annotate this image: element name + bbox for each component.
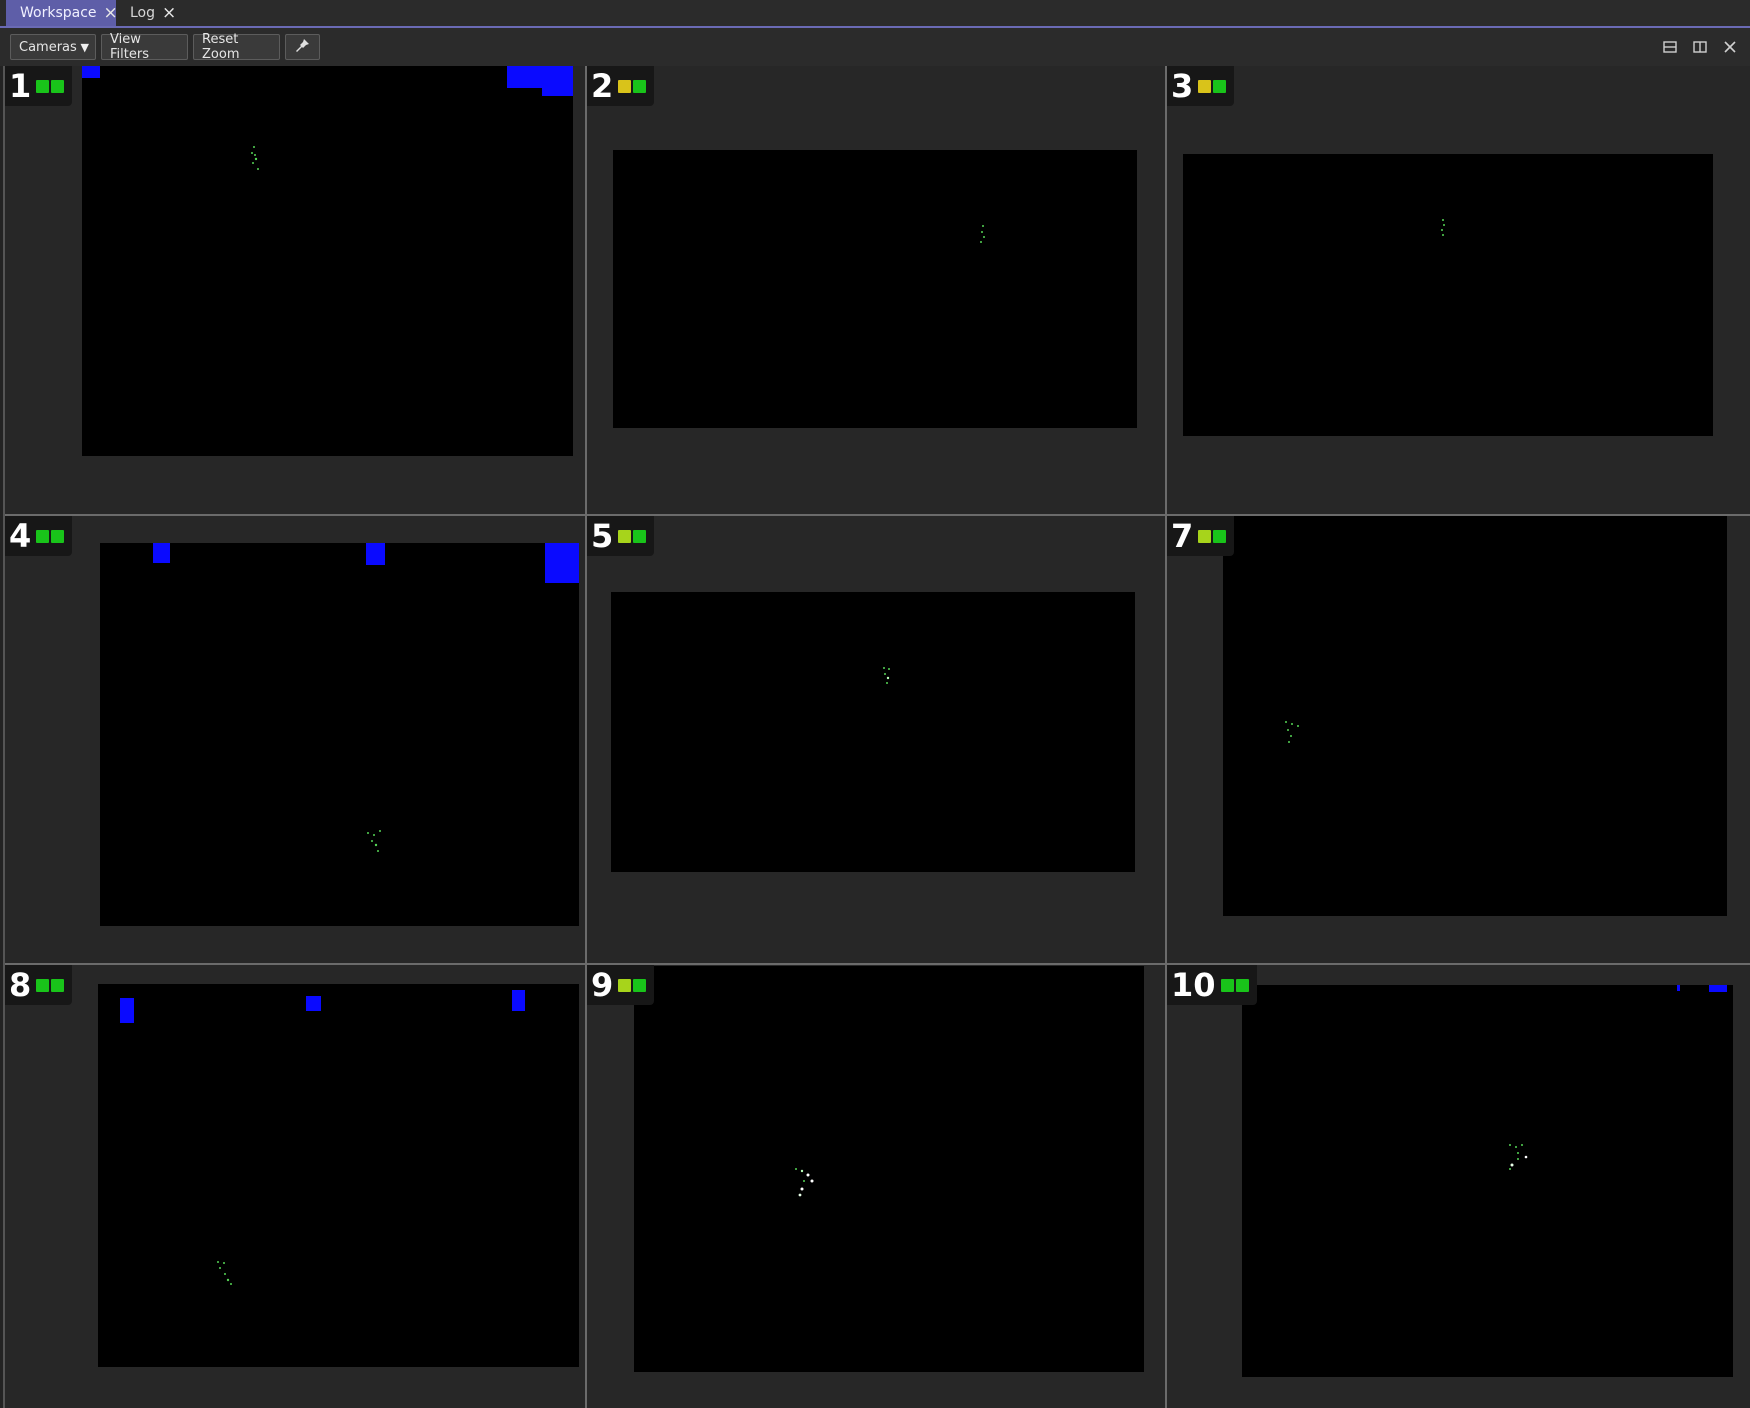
- marker-cluster: [1431, 214, 1461, 254]
- close-icon[interactable]: ×: [162, 4, 176, 22]
- status-led: [36, 79, 50, 93]
- split-horizontal-icon[interactable]: [1660, 37, 1680, 57]
- camera-number: 8: [9, 966, 32, 1004]
- marker-cluster: [242, 141, 272, 181]
- tab-label: Workspace: [20, 5, 97, 21]
- status-led: [1198, 79, 1212, 93]
- marker-cluster: [788, 1163, 818, 1203]
- camera-view-5[interactable]: 5: [587, 516, 1165, 963]
- status-led: [1213, 529, 1227, 543]
- camera-image[interactable]: [613, 150, 1137, 428]
- blob: [82, 66, 100, 78]
- blob: [306, 996, 321, 1011]
- camera-badge: 8: [5, 965, 73, 1005]
- app-window: Workspace × Log × Cameras ▼ View Filters…: [0, 0, 1750, 1408]
- camera-badge: 10: [1167, 965, 1257, 1005]
- marker-cluster: [1278, 716, 1308, 756]
- camera-image[interactable]: [1223, 516, 1727, 916]
- camera-number: 9: [591, 966, 614, 1004]
- grid-divider: [1165, 66, 1167, 1408]
- camera-image[interactable]: [98, 984, 579, 1367]
- camera-badge: 4: [5, 516, 73, 556]
- reset-zoom-label: Reset Zoom: [202, 32, 240, 62]
- camera-view-2[interactable]: 2: [587, 66, 1165, 514]
- marker-cluster: [360, 825, 390, 865]
- reset-zoom-button[interactable]: Reset Zoom: [193, 32, 280, 62]
- blob: [1709, 985, 1727, 992]
- camera-view-4[interactable]: 4: [5, 516, 585, 963]
- camera-number: 10: [1171, 966, 1216, 1004]
- status-led: [618, 529, 632, 543]
- pin-button[interactable]: [285, 34, 320, 60]
- camera-image[interactable]: [1183, 154, 1713, 436]
- cameras-dropdown-label: Cameras: [19, 39, 77, 55]
- camera-image[interactable]: [82, 66, 573, 456]
- camera-number: 5: [591, 517, 614, 555]
- camera-view-1[interactable]: 1: [5, 66, 585, 514]
- camera-image[interactable]: [1242, 985, 1733, 1377]
- camera-number: 2: [591, 67, 614, 105]
- camera-badge: 3: [1167, 66, 1235, 106]
- marker-cluster: [1504, 1139, 1534, 1179]
- blob: [542, 84, 573, 96]
- grid-divider: [5, 963, 1750, 965]
- split-vertical-icon[interactable]: [1690, 37, 1710, 57]
- camera-number: 3: [1171, 67, 1194, 105]
- status-led: [633, 978, 647, 992]
- blob: [153, 543, 170, 563]
- camera-view-9[interactable]: 9: [587, 965, 1165, 1408]
- status-led: [633, 79, 647, 93]
- status-led: [618, 79, 632, 93]
- camera-view-8[interactable]: 8: [5, 965, 585, 1408]
- marker-cluster: [874, 662, 904, 702]
- camera-badge: 2: [587, 66, 655, 106]
- camera-badge: 7: [1167, 516, 1235, 556]
- tab-log[interactable]: Log ×: [116, 0, 184, 26]
- blob: [366, 543, 385, 565]
- status-led: [1235, 978, 1249, 992]
- camera-number: 4: [9, 517, 32, 555]
- grid-divider: [5, 514, 1750, 516]
- camera-view-7[interactable]: 7: [1167, 516, 1750, 963]
- status-led: [36, 978, 50, 992]
- view-filters-button[interactable]: View Filters: [101, 32, 188, 62]
- camera-badge: 1: [5, 66, 73, 106]
- marker-cluster: [971, 220, 1001, 260]
- blob: [1677, 985, 1680, 991]
- status-led: [1198, 529, 1212, 543]
- camera-image[interactable]: [611, 592, 1135, 872]
- pin-icon: [295, 37, 311, 57]
- camera-view-10[interactable]: 10: [1167, 965, 1750, 1408]
- close-icon[interactable]: [1720, 37, 1740, 57]
- tab-bar: Workspace × Log ×: [0, 0, 1750, 28]
- camera-number: 1: [9, 67, 32, 105]
- camera-number: 7: [1171, 517, 1194, 555]
- status-led: [51, 529, 65, 543]
- blob: [545, 543, 579, 583]
- blob: [120, 998, 134, 1023]
- camera-view-3[interactable]: 3: [1167, 66, 1750, 514]
- status-led: [618, 978, 632, 992]
- chevron-down-icon: ▼: [80, 40, 89, 54]
- status-led: [36, 529, 50, 543]
- camera-image[interactable]: [100, 543, 579, 926]
- camera-badge: 5: [587, 516, 655, 556]
- view-filters-label: View Filters: [110, 32, 149, 62]
- grid-divider: [585, 66, 587, 1408]
- tab-workspace[interactable]: Workspace ×: [6, 0, 118, 26]
- marker-cluster: [210, 1256, 240, 1296]
- status-led: [633, 529, 647, 543]
- toolbar: Cameras ▼ View Filters Reset Zoom: [0, 28, 1750, 66]
- cameras-dropdown[interactable]: Cameras ▼: [10, 34, 96, 60]
- camera-badge: 9: [587, 965, 655, 1005]
- tab-label: Log: [130, 5, 156, 21]
- blob: [512, 990, 525, 1011]
- camera-grid: 1 2 3 4 5 7 8 9 10: [5, 66, 1750, 1408]
- status-led: [51, 978, 65, 992]
- status-led: [1213, 79, 1227, 93]
- status-led: [1220, 978, 1234, 992]
- status-led: [51, 79, 65, 93]
- camera-image[interactable]: [634, 966, 1144, 1372]
